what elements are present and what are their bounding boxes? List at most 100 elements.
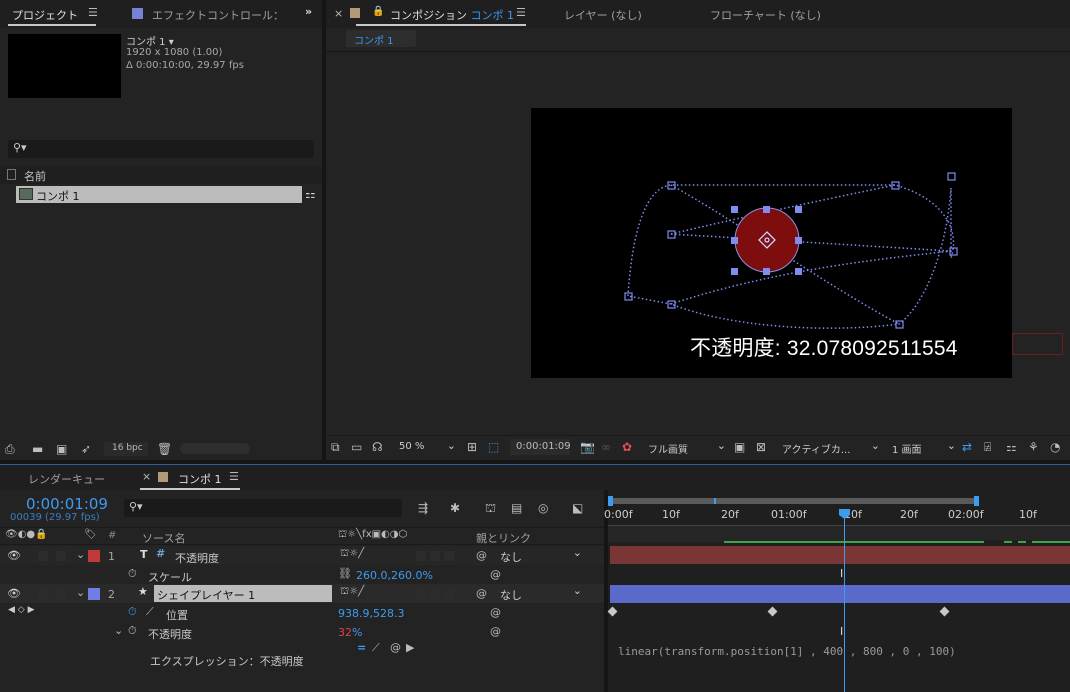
comp-breadcrumb[interactable]: コンポ 1 — [346, 30, 416, 47]
trash-icon[interactable]: 🗑 — [157, 442, 172, 456]
reset-exposure-icon[interactable]: ⚘ — [1028, 440, 1039, 454]
new-composition-icon[interactable]: ▣ — [56, 442, 67, 456]
region-of-interest-icon[interactable]: ▣ — [734, 440, 745, 454]
layer-color-label[interactable] — [88, 550, 100, 562]
snapshot-icon[interactable]: 📷 — [580, 440, 595, 454]
interpret-footage-icon[interactable]: ⎙ — [5, 442, 15, 456]
expand-arrow-icon[interactable]: ⌄ — [114, 624, 123, 637]
resolution-grid-icon[interactable]: ⊞ — [467, 440, 477, 454]
layer-name[interactable]: 不透明度 — [175, 550, 219, 566]
pickwhip-icon[interactable]: @ — [490, 625, 501, 638]
tab-layer[interactable]: レイヤー (なし) — [564, 7, 642, 23]
camera-select[interactable]: アクティブカ... ⌄ — [778, 439, 882, 456]
playhead-line[interactable] — [844, 512, 845, 692]
work-area-bar[interactable] — [608, 498, 978, 504]
project-scrollbar[interactable] — [180, 443, 250, 454]
shy-layers-icon[interactable]: ⛫ — [485, 501, 496, 515]
show-snapshot-icon[interactable]: ∞ — [601, 440, 611, 454]
display-icon[interactable]: ▭ — [351, 440, 362, 454]
search-input[interactable]: ⚲▾ — [8, 140, 314, 158]
layer-switches[interactable]: ⛫☼╱ — [340, 586, 364, 599]
layer-name-selected[interactable]: シェイプレイヤー 1 — [154, 585, 332, 602]
expression-language-menu-icon[interactable]: ▶ — [406, 641, 414, 654]
expression-enable-icon[interactable]: = — [357, 641, 366, 654]
expression-editor[interactable]: linear(transform.position[1] , 400 , 800… — [618, 645, 956, 658]
graph-editor-icon[interactable]: ⬕ — [572, 501, 583, 515]
parent-link-header[interactable]: 親とリンク — [476, 530, 531, 546]
panel-menu-icon[interactable]: ☰ — [229, 470, 239, 483]
pickwhip-icon[interactable]: @ — [490, 606, 501, 619]
bit-depth-button[interactable]: 16 bpc — [104, 442, 148, 456]
frame-blending-icon[interactable]: ▤ — [511, 501, 522, 515]
tab-project[interactable]: プロジェクト — [12, 7, 78, 23]
source-name-header[interactable]: ソース名 — [142, 530, 185, 546]
pickwhip-icon[interactable]: @ — [476, 549, 487, 562]
layer-color-label[interactable] — [88, 588, 100, 600]
tab-composition[interactable]: コンポジション コンポ 1 — [390, 7, 514, 23]
stopwatch-icon[interactable]: ⏱ — [128, 605, 137, 619]
always-preview-icon[interactable]: ⧉ — [331, 440, 340, 454]
solo-switch[interactable] — [38, 589, 48, 599]
current-time-display[interactable]: 0:00:01:09 — [510, 439, 571, 455]
expression-graph-icon[interactable]: ⟋ — [372, 641, 380, 655]
pickwhip-icon[interactable]: @ — [476, 587, 487, 600]
visibility-eye-icon[interactable]: 👁 — [7, 549, 21, 562]
graph-icon[interactable]: ⟋ — [146, 605, 154, 619]
motion-blur-icon[interactable]: ◎ — [538, 501, 548, 515]
tab-comp-timeline[interactable]: コンポ 1 — [178, 471, 222, 487]
comp-mini-flowchart-icon[interactable]: ⇶ — [418, 501, 428, 515]
timeline-graph[interactable]: 0:00f 10f 20f 01:00f 10f 20f 02:00f 10f … — [604, 490, 1070, 692]
layer-1-duration-bar[interactable] — [610, 546, 1070, 564]
panel-menu-icon[interactable]: ☰ — [516, 6, 526, 19]
column-name-header[interactable]: 名前 — [24, 168, 46, 184]
solo-switch[interactable] — [38, 551, 48, 561]
channel-icon[interactable]: ✿ — [622, 440, 632, 454]
keyframe-navigator[interactable]: ◀ ◇ ▶ — [8, 605, 35, 615]
zoom-select[interactable]: 50 % ⌄ — [396, 439, 458, 455]
scale-value[interactable]: 260.0,260.0% — [356, 569, 433, 582]
constrain-link-icon[interactable]: ⛓ — [338, 567, 352, 580]
tab-effect-controls[interactable]: エフェクトコントロール： — [152, 7, 282, 23]
project-item-row[interactable]: コンポ 1 — [16, 186, 302, 203]
views-select[interactable]: 1 画面 ⌄ — [888, 439, 958, 456]
panel-menu-icon[interactable]: ☰ — [88, 6, 98, 19]
adjust-project-icon[interactable]: ➶ — [81, 442, 91, 456]
visibility-eye-icon[interactable]: 👁 — [7, 587, 21, 600]
expand-arrow-icon[interactable]: ⌄ — [76, 548, 85, 561]
stopwatch-icon[interactable]: ⏱ — [128, 624, 137, 638]
position-keyframe[interactable] — [607, 606, 618, 617]
draft-3d-icon[interactable]: ✱ — [450, 501, 460, 515]
position-keyframe[interactable] — [767, 606, 778, 617]
tab-render-queue[interactable]: レンダーキュー — [28, 471, 105, 487]
exposure-icon[interactable]: ◔ — [1050, 440, 1060, 454]
layer-switches[interactable]: ⛫☼╱ — [340, 548, 364, 561]
parent-select[interactable]: なし ⌄ — [494, 584, 584, 602]
resolution-select[interactable]: フル画質 ⌄ — [644, 439, 728, 456]
stopwatch-icon[interactable]: ⏱ — [128, 567, 137, 581]
close-icon[interactable]: × — [334, 7, 343, 20]
timeline-search-input[interactable]: ⚲▾ — [124, 499, 402, 517]
tab-flowchart[interactable]: フローチャート (なし) — [710, 7, 821, 23]
new-folder-icon[interactable]: ▬ — [32, 442, 43, 456]
expand-arrow-icon[interactable]: ⌄ — [76, 586, 85, 599]
mask-icon[interactable]: ☊ — [372, 440, 383, 454]
transparency-grid-icon[interactable]: ⬚ — [488, 440, 499, 454]
flowchart-icon[interactable]: ⚏ — [305, 187, 316, 201]
opacity-value[interactable]: 32% — [338, 626, 362, 639]
close-icon[interactable]: × — [142, 470, 151, 483]
pickwhip-icon[interactable]: @ — [490, 568, 501, 581]
current-time[interactable]: 0:00:01:09 — [26, 495, 108, 513]
layer-2-duration-bar[interactable] — [610, 585, 1070, 603]
lock-switch[interactable] — [56, 589, 66, 599]
toggle-transparency-icon[interactable]: ⊠ — [756, 440, 766, 454]
comp-canvas[interactable]: 不透明度: 32.078092511554 — [531, 108, 1012, 378]
project-comp-name[interactable]: コンポ 1 ▾ — [126, 33, 174, 48]
expression-pickwhip-icon[interactable]: @ — [390, 641, 401, 654]
timeline-icon[interactable]: ⍯ — [984, 440, 991, 454]
position-keyframe[interactable] — [939, 606, 950, 617]
lock-switch[interactable] — [56, 551, 66, 561]
fast-previews-icon[interactable]: ⇄ — [962, 440, 972, 454]
panel-overflow-icon[interactable]: » — [305, 5, 312, 18]
lock-icon[interactable]: 🔒 — [372, 6, 384, 17]
parent-select[interactable]: なし ⌄ — [494, 546, 584, 564]
